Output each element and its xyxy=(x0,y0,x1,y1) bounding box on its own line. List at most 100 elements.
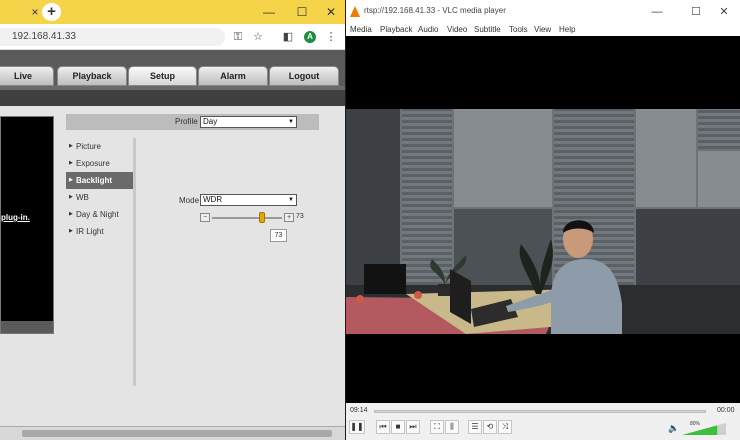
tab-playback[interactable]: Playback xyxy=(57,66,127,86)
sidebar-item-day-night[interactable]: ▶ Day & Night xyxy=(66,206,134,223)
chevron-down-icon: ▼ xyxy=(288,197,294,203)
sidebar-divider xyxy=(133,138,136,386)
volume-fill xyxy=(682,425,718,435)
profile-label: Profile xyxy=(175,117,198,126)
desktop: × + — ☐ ✕ ▶ 192.168.41.33 ⚿ ☆ ◧ A ⋮ Live… xyxy=(0,0,740,440)
person-shirt-shape xyxy=(551,259,622,334)
tab-close-icon[interactable]: × xyxy=(28,5,42,19)
monitor-shape xyxy=(364,264,406,294)
slider-increase-button[interactable]: + xyxy=(284,213,294,222)
mode-select[interactable]: WDR ▼ xyxy=(200,194,297,206)
volume-slider[interactable] xyxy=(682,423,726,435)
tab-live[interactable]: Live xyxy=(0,66,54,86)
shuffle-button[interactable]: ⤨ xyxy=(498,420,512,434)
menu-view[interactable]: View xyxy=(534,24,551,36)
fullscreen-button[interactable]: ⛶ xyxy=(430,420,444,434)
stop-button[interactable]: ■ xyxy=(391,420,405,434)
vlc-video-area[interactable] xyxy=(346,36,740,403)
fullscreen-icon: ⛶ xyxy=(434,422,440,431)
mode-label: Mode xyxy=(179,196,200,205)
vlc-title-bar: rtsp://192.168.41.33 - VLC media player … xyxy=(346,0,740,24)
side-panel-icon[interactable]: ◧ xyxy=(280,29,296,45)
seek-bar[interactable] xyxy=(374,410,706,413)
sidebar-item-label: Backlight xyxy=(76,176,113,185)
pause-button[interactable]: ❚❚ xyxy=(349,420,365,434)
vlc-controls: 09:14 00:00 ❚❚ ⏮ ■ ⏭ ⛶ ⫼ ☰ ⟲ ⤨ 🔈 80% xyxy=(346,403,740,440)
slider-value-input[interactable]: 73 xyxy=(270,229,287,242)
sidebar-item-label: IR Light xyxy=(76,227,104,236)
url-field[interactable]: 192.168.41.33 xyxy=(0,28,225,46)
scrollbar-thumb[interactable] xyxy=(22,430,332,437)
pause-icon: ❚❚ xyxy=(350,422,364,431)
wdr-slider-track[interactable] xyxy=(212,217,282,219)
minimize-button[interactable]: — xyxy=(256,3,282,21)
vlc-close-button[interactable]: ✕ xyxy=(712,3,736,21)
arrow-right-icon: ▶ xyxy=(69,160,73,166)
sidebar-item-label: Day & Night xyxy=(76,210,119,219)
close-button[interactable]: ✕ xyxy=(318,3,344,21)
arrow-right-icon: ▶ xyxy=(69,177,73,183)
sidebar-item-exposure[interactable]: ▶ Exposure xyxy=(66,155,134,172)
vlc-window-title: rtsp://192.168.41.33 - VLC media player xyxy=(364,6,506,15)
loop-button[interactable]: ⟲ xyxy=(483,420,497,434)
vlc-minimize-button[interactable]: — xyxy=(645,3,669,21)
plant-leaf-shape xyxy=(519,244,541,294)
menu-video[interactable]: Video xyxy=(447,24,467,36)
password-key-icon[interactable]: ⚿ xyxy=(230,29,246,45)
extended-settings-button[interactable]: ⫼ xyxy=(445,420,459,434)
mode-select-value: WDR xyxy=(203,195,223,204)
vlc-maximize-button[interactable]: ☐ xyxy=(684,3,708,21)
playlist-button[interactable]: ☰ xyxy=(468,420,482,434)
vlc-window: rtsp://192.168.41.33 - VLC media player … xyxy=(346,0,740,440)
menu-dots-icon[interactable]: ⋮ xyxy=(323,29,339,45)
plugin-link[interactable]: plug-in. xyxy=(1,213,30,222)
scene-illustration xyxy=(346,220,622,334)
previous-button[interactable]: ⏮ xyxy=(376,420,390,434)
wdr-slider-handle[interactable] xyxy=(259,212,265,223)
sidebar-item-ir-light[interactable]: ▶ IR Light xyxy=(66,223,134,240)
vlc-cone-icon xyxy=(350,6,360,17)
menu-tools[interactable]: Tools xyxy=(509,24,528,36)
slider-value-label: 73 xyxy=(296,213,304,220)
next-button[interactable]: ⏭ xyxy=(406,420,420,434)
previous-icon: ⏮ xyxy=(379,422,387,431)
total-time: 00:00 xyxy=(717,407,735,414)
preview-toolbar xyxy=(1,321,53,333)
plant-leaf-shape xyxy=(540,239,553,294)
playlist-icon: ☰ xyxy=(471,422,479,431)
camera-web-page: Live Playback Setup Alarm Logout plug-in… xyxy=(0,50,345,440)
maximize-button[interactable]: ☐ xyxy=(289,3,315,21)
profile-avatar[interactable]: A xyxy=(304,31,316,43)
sidebar-item-picture[interactable]: ▶ Picture xyxy=(66,138,134,155)
sidebar-item-backlight[interactable]: ▶ Backlight xyxy=(66,172,134,189)
speaker-icon[interactable]: 🔈 xyxy=(668,423,679,434)
profile-select[interactable]: Day ▼ xyxy=(200,116,297,128)
tab-setup[interactable]: Setup xyxy=(128,66,197,86)
sidebar-item-wb[interactable]: ▶ WB xyxy=(66,189,134,206)
sidebar-item-label: Exposure xyxy=(76,159,110,168)
vlc-menu-bar: Media Playback Audio Video Subtitle Tool… xyxy=(346,24,740,36)
elapsed-time: 09:14 xyxy=(350,407,368,414)
cup-shape xyxy=(414,291,422,299)
setup-content: plug-in. Profile Day ▼ ▶ Picture ▶ Exposur… xyxy=(0,106,345,426)
plant-leaf-shape xyxy=(430,259,445,284)
stop-icon: ■ xyxy=(395,422,401,431)
main-nav: Live Playback Setup Alarm Logout xyxy=(0,66,345,88)
menu-help[interactable]: Help xyxy=(559,24,575,36)
tab-alarm[interactable]: Alarm xyxy=(198,66,268,86)
arrow-right-icon: ▶ xyxy=(69,143,73,149)
tab-logout[interactable]: Logout xyxy=(269,66,339,86)
new-tab-button[interactable]: + xyxy=(42,3,61,21)
horizontal-scrollbar[interactable] xyxy=(0,426,345,440)
bookmark-star-icon[interactable]: ☆ xyxy=(250,29,266,45)
arrow-right-icon: ▶ xyxy=(69,228,73,234)
browser-title-bar: × + — ☐ ✕ xyxy=(0,0,345,24)
menu-audio[interactable]: Audio xyxy=(418,24,438,36)
arrow-right-icon: ▶ xyxy=(69,194,73,200)
video-preview: plug-in. xyxy=(0,116,54,334)
menu-subtitle[interactable]: Subtitle xyxy=(474,24,501,36)
loop-icon: ⟲ xyxy=(486,422,494,431)
menu-playback[interactable]: Playback xyxy=(380,24,412,36)
slider-decrease-button[interactable]: − xyxy=(200,213,210,222)
menu-media[interactable]: Media xyxy=(350,24,372,36)
